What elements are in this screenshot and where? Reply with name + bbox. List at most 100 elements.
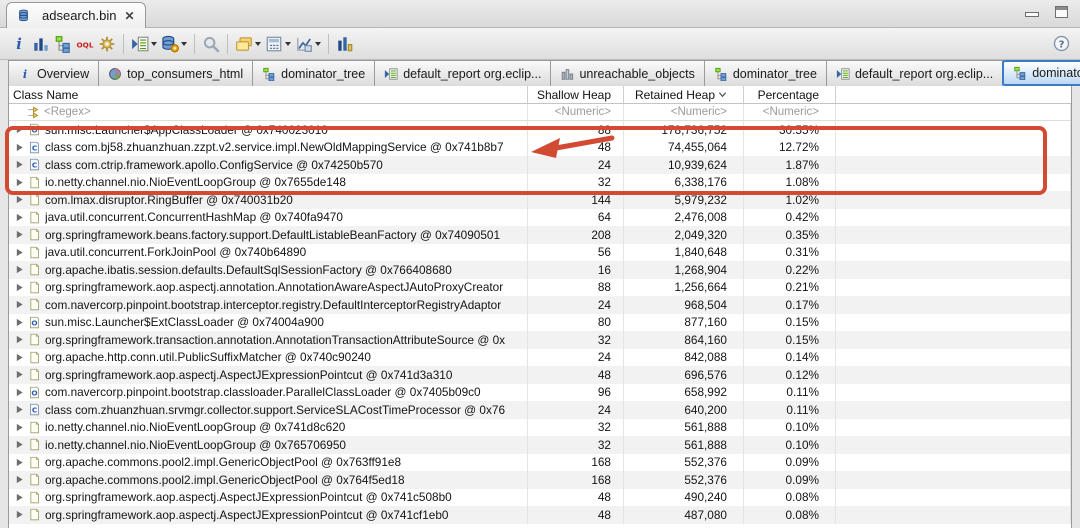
table-row[interactable]: org.apache.commons.pool2.impl.GenericObj… bbox=[9, 471, 1071, 489]
dropdown-arrow-icon[interactable] bbox=[151, 42, 157, 46]
close-icon[interactable]: ✕ bbox=[124, 9, 134, 23]
view-tab-overview[interactable]: iOverview bbox=[9, 61, 99, 86]
dropdown-arrow-icon[interactable] bbox=[255, 42, 261, 46]
row-class-name-label: sun.misc.Launcher$ExtClassLoader @ 0x740… bbox=[45, 315, 324, 329]
table-row[interactable]: Cclass com.ctrip.framework.apollo.Config… bbox=[9, 156, 1071, 174]
table-row[interactable]: org.springframework.aop.aspectj.AspectJE… bbox=[9, 506, 1071, 524]
expand-arrow-icon[interactable] bbox=[13, 265, 26, 274]
table-row[interactable]: org.springframework.transaction.annotati… bbox=[9, 331, 1071, 349]
filter-class-name[interactable]: <Regex> bbox=[9, 104, 528, 120]
dropdown-arrow-icon[interactable] bbox=[315, 42, 321, 46]
expand-arrow-icon[interactable] bbox=[13, 475, 26, 484]
dropdown-arrow-icon[interactable] bbox=[285, 42, 291, 46]
expand-arrow-icon[interactable] bbox=[13, 405, 26, 414]
toolbar-button-oql[interactable]: OQL bbox=[74, 32, 96, 56]
cell-filler bbox=[836, 349, 1071, 367]
cell-filler bbox=[836, 314, 1071, 332]
expand-arrow-icon[interactable] bbox=[13, 510, 26, 519]
expand-arrow-icon[interactable] bbox=[13, 195, 26, 204]
filter-retained-heap[interactable]: <Numeric> bbox=[624, 104, 744, 120]
table-row[interactable]: io.netty.channel.nio.NioEventLoopGroup @… bbox=[9, 174, 1071, 192]
view-tab-default-report-org-eclip-[interactable]: default_report org.eclip... bbox=[827, 61, 1003, 86]
expand-arrow-icon[interactable] bbox=[13, 423, 26, 432]
table-row[interactable]: java.util.concurrent.ConcurrentHashMap @… bbox=[9, 209, 1071, 227]
expand-arrow-icon[interactable] bbox=[13, 493, 26, 502]
table-row[interactable]: Ocom.navercorp.pinpoint.bootstrap.classl… bbox=[9, 384, 1071, 402]
table-row[interactable]: Cclass com.zhuanzhuan.srvmgr.collector.s… bbox=[9, 401, 1071, 419]
view-tab-dominator-tree[interactable]: dominator_tree bbox=[705, 61, 827, 86]
table-row[interactable]: Osun.misc.Launcher$AppClassLoader @ 0x74… bbox=[9, 121, 1071, 139]
view-tab-top-consumers-html[interactable]: top_consumers_html bbox=[99, 61, 253, 86]
expand-arrow-icon[interactable] bbox=[13, 335, 26, 344]
expand-arrow-icon[interactable] bbox=[13, 300, 26, 309]
row-class-name-label: org.springframework.aop.aspectj.annotati… bbox=[45, 280, 503, 294]
toolbar-button-histogram[interactable] bbox=[30, 32, 52, 56]
expand-arrow-icon[interactable] bbox=[13, 143, 26, 152]
table-row[interactable]: Osun.misc.Launcher$ExtClassLoader @ 0x74… bbox=[9, 314, 1071, 332]
table-row[interactable]: org.apache.commons.pool2.impl.GenericObj… bbox=[9, 454, 1071, 472]
editor-tab-adsearch[interactable]: adsearch.bin ✕ bbox=[6, 2, 146, 28]
view-tab-label: dominator_tree bbox=[281, 67, 365, 81]
expand-arrow-icon[interactable] bbox=[13, 160, 26, 169]
expand-arrow-icon[interactable] bbox=[13, 283, 26, 292]
column-header-class-name[interactable]: Class Name bbox=[9, 86, 528, 103]
table-row[interactable]: java.util.concurrent.ForkJoinPool @ 0x74… bbox=[9, 244, 1071, 262]
toolbar-button-calculator[interactable] bbox=[263, 32, 293, 56]
row-class-name-label: com.navercorp.pinpoint.bootstrap.classlo… bbox=[45, 385, 481, 399]
view-tab-unreachable-objects[interactable]: unreachable_objects bbox=[551, 61, 704, 86]
view-tab-dominator-tree[interactable]: dominator_tree✕ bbox=[1002, 60, 1080, 86]
table-row[interactable]: org.springframework.aop.aspectj.AspectJE… bbox=[9, 489, 1071, 507]
expand-arrow-icon[interactable] bbox=[13, 458, 26, 467]
expand-arrow-icon[interactable] bbox=[13, 440, 26, 449]
table-row[interactable]: org.springframework.aop.aspectj.annotati… bbox=[9, 279, 1071, 297]
help-button[interactable]: ? bbox=[1053, 35, 1070, 57]
toolbar-button-heap-objects[interactable] bbox=[159, 32, 189, 56]
cell-shallow-heap: 80 bbox=[528, 314, 624, 332]
table-row[interactable]: org.apache.http.conn.util.PublicSuffixMa… bbox=[9, 349, 1071, 367]
maximize-icon[interactable] bbox=[1055, 6, 1068, 18]
table-row[interactable]: com.navercorp.pinpoint.bootstrap.interce… bbox=[9, 296, 1071, 314]
toolbar-button-group-result[interactable] bbox=[233, 32, 263, 56]
dropdown-arrow-icon[interactable] bbox=[181, 42, 187, 46]
table-row[interactable]: org.apache.ibatis.session.defaults.Defau… bbox=[9, 261, 1071, 279]
table-row[interactable]: io.netty.channel.nio.NioEventLoopGroup @… bbox=[9, 436, 1071, 454]
table-row[interactable]: org.springframework.aop.aspectj.AspectJE… bbox=[9, 366, 1071, 384]
table-row[interactable]: Cclass com.bj58.zhuanzhuan.zzpt.v2.servi… bbox=[9, 139, 1071, 157]
expand-arrow-icon[interactable] bbox=[13, 248, 26, 257]
cell-retained-heap: 1,268,904 bbox=[624, 261, 744, 279]
column-header-retained-heap[interactable]: Retained Heap bbox=[624, 86, 744, 103]
expand-arrow-icon[interactable] bbox=[13, 353, 26, 362]
toolbar-button-search[interactable] bbox=[200, 32, 222, 56]
cell-shallow-heap: 48 bbox=[528, 366, 624, 384]
cell-filler bbox=[836, 331, 1071, 349]
expand-arrow-icon[interactable] bbox=[13, 178, 26, 187]
view-tab-dominator-tree[interactable]: dominator_tree bbox=[253, 61, 375, 86]
table-row[interactable]: org.springframework.beans.factory.suppor… bbox=[9, 226, 1071, 244]
cell-filler bbox=[836, 261, 1071, 279]
toolbar-button-compare-histogram[interactable] bbox=[334, 32, 356, 56]
cell-shallow-heap: 16 bbox=[528, 261, 624, 279]
toolbar-button-run-expert-report[interactable] bbox=[129, 32, 159, 56]
toolbar-button-export-chart[interactable] bbox=[293, 32, 323, 56]
expand-arrow-icon[interactable] bbox=[13, 213, 26, 222]
filter-shallow-heap[interactable]: <Numeric> bbox=[528, 104, 624, 120]
column-header-percentage[interactable]: Percentage bbox=[744, 86, 836, 103]
toolbar-separator bbox=[194, 34, 195, 54]
expand-arrow-icon[interactable] bbox=[13, 370, 26, 379]
table-row[interactable]: com.lmax.disruptor.RingBuffer @ 0x740031… bbox=[9, 191, 1071, 209]
minimize-icon[interactable] bbox=[1025, 12, 1039, 17]
toolbar-button-dominator-tree[interactable] bbox=[52, 32, 74, 56]
filter-percentage[interactable]: <Numeric> bbox=[744, 104, 836, 120]
view-tab-default-report-org-eclip-[interactable]: default_report org.eclip... bbox=[375, 61, 551, 86]
table-row[interactable]: io.netty.channel.nio.NioEventLoopGroup @… bbox=[9, 419, 1071, 437]
instance-icon bbox=[28, 228, 42, 241]
cell-percentage: 0.21% bbox=[744, 279, 836, 297]
toolbar-button-info[interactable]: i bbox=[8, 32, 30, 56]
instance-icon bbox=[28, 246, 42, 259]
expand-arrow-icon[interactable] bbox=[13, 125, 26, 134]
expand-arrow-icon[interactable] bbox=[13, 388, 26, 397]
expand-arrow-icon[interactable] bbox=[13, 318, 26, 327]
column-header-shallow-heap[interactable]: Shallow Heap bbox=[528, 86, 624, 103]
expand-arrow-icon[interactable] bbox=[13, 230, 26, 239]
toolbar-button-customize-gear[interactable] bbox=[96, 32, 118, 56]
